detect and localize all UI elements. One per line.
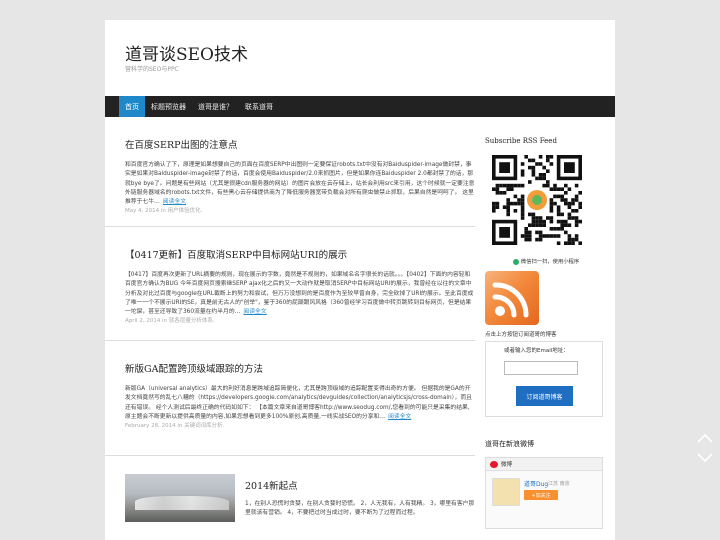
rss-icon (492, 282, 529, 318)
qr-code-icon (492, 155, 582, 245)
post-title[interactable]: 在百度SERP出图的注意点 (125, 137, 475, 151)
nav-item-contact[interactable]: 联系道哥 (239, 96, 279, 117)
subscribe-note: 点击上方按钮订阅道哥的博客 (485, 332, 557, 338)
nav-item-title-previewer[interactable]: 标题预览器 (145, 96, 192, 117)
post-excerpt-text: 新版GA（universal analytics）最大的利好消息是跨域追踪简便化… (125, 386, 472, 420)
post-title[interactable]: 【0417更新】百度取消SERP中目标网站URI的展示 (125, 247, 475, 261)
read-more-link[interactable]: 阅读全文 (388, 414, 411, 420)
weibo-username[interactable]: 道哥Dug (524, 479, 548, 488)
read-more-link[interactable]: 阅读全文 (163, 199, 186, 205)
read-more-link[interactable]: 阅读全文 (243, 309, 266, 315)
nav-item-home[interactable]: 首页 (119, 96, 145, 117)
follow-button[interactable]: +加关注 (524, 490, 558, 500)
rss-feed-icon[interactable] (485, 271, 539, 325)
post-excerpt: 和百度官方确认了下，原理是如果想要自己的页面在百度SERP中出图则一定要保证ro… (125, 161, 475, 207)
rss-widget-title: Subscribe RSS Feed (485, 137, 557, 145)
weibo-location: 江苏 南京 (548, 481, 570, 487)
sidebar: Subscribe RSS Feed 微信扫一扫，使用小程序 点击上方按钮订阅道… (485, 117, 603, 529)
scroll-up-icon[interactable] (696, 432, 714, 444)
post-item: 新版GA配置跨顶级域跟踪的方法 新版GA（universal analytics… (105, 341, 475, 456)
wechat-icon (512, 258, 519, 265)
weibo-label: 微博 (501, 462, 513, 468)
post-excerpt-text: 1，在别人恐慌时贪婪，在别人贪婪时恐慌。 2，人无我有，人有我精。 3，哪里有客… (245, 501, 475, 517)
post-title[interactable]: 新版GA配置跨顶级域跟踪的方法 (125, 361, 475, 375)
post-excerpt: 新版GA（universal analytics）最大的利好消息是跨域追踪简便化… (125, 385, 475, 422)
email-subscribe-form: 或者输入您的Email地址： 订阅道哥博客 (485, 341, 603, 417)
post-meta: February 28, 2014 in 关键词词库分析. (125, 423, 225, 430)
site-title[interactable]: 道哥谈SEO技术 (125, 40, 248, 65)
post-item: 【0417更新】百度取消SERP中目标网站URI的展示 【0417】百度再次更新… (105, 227, 475, 341)
avatar[interactable] (492, 478, 520, 506)
wechat-qr-code: 微信扫一扫，使用小程序 (490, 153, 584, 271)
post-meta: May 4, 2014 in 用户体验优化. (125, 208, 203, 215)
post-title[interactable]: 2014新起点 (245, 478, 298, 492)
scroll-down-icon[interactable] (696, 452, 714, 464)
post-item: 2014新起点 1，在别人恐慌时贪婪，在别人贪婪时恐慌。 2，人无我有，人有我精… (105, 456, 475, 540)
email-field[interactable] (504, 361, 578, 375)
post-meta: April 2, 2014 in 就各层量分析体系. (125, 318, 215, 325)
post-item: 在百度SERP出图的注意点 和百度官方确认了下，原理是如果想要自己的页面在百度S… (105, 117, 475, 227)
weibo-icon (490, 460, 498, 468)
post-list: 在百度SERP出图的注意点 和百度官方确认了下，原理是如果想要自己的页面在百度S… (105, 117, 475, 540)
weibo-widget-title: 道哥在新浪微博 (485, 440, 534, 448)
nav-item-about[interactable]: 道哥是谁？ (192, 96, 239, 117)
site-tagline: 营科学的SEO与PPC (125, 66, 179, 73)
post-excerpt-text: 【0417】百度再次更新了URL摘要的规则，现在展示的字数，竟然是不规则的，如果… (125, 272, 474, 316)
qr-caption: 微信扫一扫，使用小程序 (490, 257, 602, 265)
site-header: 道哥谈SEO技术 营科学的SEO与PPC (105, 20, 615, 96)
qr-caption-text: 微信扫一扫，使用小程序 (520, 259, 580, 265)
weibo-bar: 微博 (486, 458, 602, 471)
page-container: 道哥谈SEO技术 营科学的SEO与PPC 首页 标题预览器 道哥是谁？ 联系道哥… (105, 20, 615, 540)
post-excerpt: 【0417】百度再次更新了URL摘要的规则，现在展示的字数，竟然是不规则的，如果… (125, 271, 475, 317)
main-nav: 首页 标题预览器 道哥是谁？ 联系道哥 (105, 96, 615, 117)
email-prompt: 或者输入您的Email地址： (504, 348, 569, 354)
subscribe-button[interactable]: 订阅道哥博客 (516, 386, 573, 406)
post-thumbnail-image[interactable] (125, 474, 235, 522)
weibo-widget: 微博 道哥Dug 江苏 南京 +加关注 (485, 457, 603, 529)
